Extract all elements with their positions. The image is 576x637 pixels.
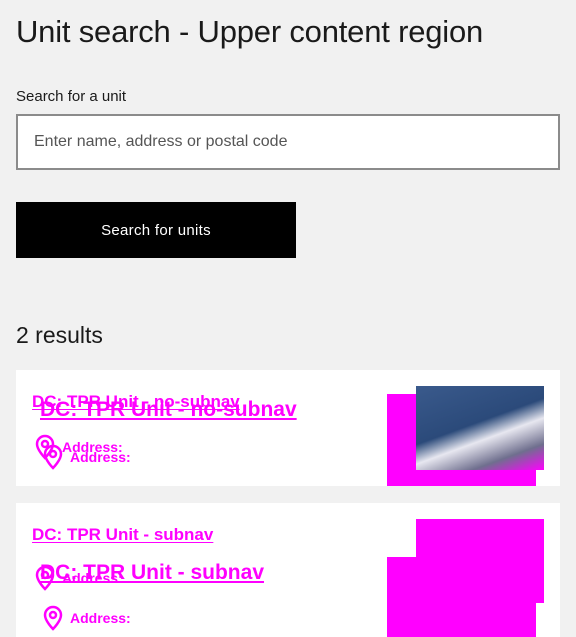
map-pin-icon (42, 444, 64, 470)
result-title-link[interactable]: DC: TPR Unit - subnav (32, 525, 213, 545)
result-card[interactable]: DC: TPR Unit - subnav DC: TPR Unit - sub… (16, 503, 560, 637)
search-label: Search for a unit (16, 88, 127, 105)
result-card[interactable]: DC: TPR Unit - no-subnav DC: TPR Unit - … (16, 370, 560, 486)
page-title: Unit search - Upper content region (16, 14, 484, 49)
result-address-overlay: Address: (42, 605, 131, 631)
address-label: Address: (70, 610, 131, 626)
result-title-link-overlay[interactable]: DC: TPR Unit - no-subnav (40, 398, 297, 422)
result-address-overlay: Address: (42, 444, 131, 470)
map-pin-icon (34, 565, 56, 591)
result-thumbnail-photo (416, 386, 544, 470)
map-pin-icon (42, 605, 64, 631)
result-thumbnail-photo (387, 557, 536, 637)
address-label: Address: (62, 570, 123, 586)
result-address: Address: (34, 565, 123, 591)
page: Unit search - Upper content region Searc… (0, 0, 576, 637)
search-input[interactable] (16, 114, 560, 170)
results-count: 2 results (16, 322, 103, 348)
search-button[interactable]: Search for units (16, 202, 296, 258)
address-label: Address: (70, 449, 131, 465)
